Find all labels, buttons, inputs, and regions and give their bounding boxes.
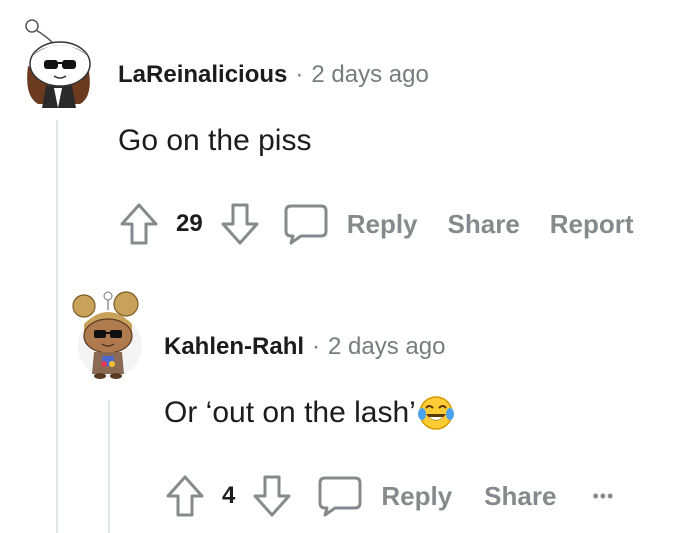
vote-score: 4: [222, 482, 236, 509]
user-avatar-lareinalicious[interactable]: [18, 16, 98, 108]
thread-line-reply[interactable]: [108, 400, 110, 533]
reply-button[interactable]: Reply: [283, 203, 418, 245]
share-button[interactable]: Share: [448, 209, 520, 240]
thread-line-primary[interactable]: [56, 120, 58, 533]
upvote-button[interactable]: [162, 472, 208, 520]
downvote-button[interactable]: [217, 200, 263, 248]
more-options-icon: •••: [592, 485, 615, 506]
comment-meta: LaReinalicious · 2 days ago: [118, 60, 429, 90]
comment-body: Or ‘out on the lash’: [164, 396, 416, 429]
user-avatar-kahlen-rahl[interactable]: [70, 290, 142, 382]
comment-actions: 4 Reply Share •••: [162, 472, 614, 520]
report-label: Report: [549, 208, 634, 239]
upvote-arrow-icon: [120, 203, 158, 245]
reply-label: Reply: [346, 208, 418, 239]
downvote-button[interactable]: [249, 472, 295, 520]
snoo-avatar-sunglasses-bandana-icon: [25, 19, 91, 108]
report-button[interactable]: Report: [550, 209, 634, 240]
comment-bubble-icon: [284, 204, 328, 245]
meta-separator: ·: [295, 61, 304, 88]
comment-actions: 29 Reply Share Report: [116, 200, 634, 248]
more-options-button[interactable]: •••: [592, 486, 614, 507]
downvote-arrow-icon: [253, 475, 291, 517]
share-button[interactable]: Share: [484, 481, 556, 512]
face-with-tears-of-joy-icon: [417, 396, 454, 430]
downvote-arrow-icon: [221, 203, 259, 245]
share-label: Share: [484, 480, 557, 511]
comment-meta: Kahlen-Rahl · 2 days ago: [164, 332, 445, 362]
author-username[interactable]: Kahlen-Rahl: [164, 333, 304, 361]
snoo-avatar-space-buns-sunglasses-icon: [72, 291, 142, 379]
upvote-arrow-icon: [166, 475, 204, 517]
comment-timestamp[interactable]: 2 days ago: [311, 61, 428, 89]
author-username[interactable]: LaReinalicious: [118, 61, 287, 89]
upvote-button[interactable]: [116, 200, 162, 248]
reply-button[interactable]: Reply: [317, 475, 452, 517]
vote-score: 29: [176, 210, 203, 237]
comment-body: Go on the piss: [118, 124, 312, 157]
meta-separator: ·: [312, 333, 321, 360]
reply-label: Reply: [381, 480, 453, 511]
share-label: Share: [447, 208, 520, 239]
comment-timestamp[interactable]: 2 days ago: [328, 333, 445, 361]
comment-bubble-icon: [318, 476, 362, 517]
comment-body-row: Or ‘out on the lash’: [164, 394, 455, 432]
